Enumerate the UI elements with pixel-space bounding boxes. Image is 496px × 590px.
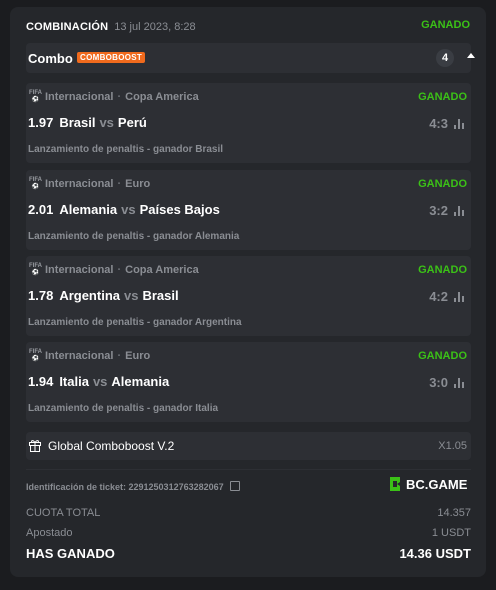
divider [26, 469, 471, 470]
team-home: Alemania [59, 202, 118, 217]
match-line: 2.01 Alemania vs Países Bajos [28, 202, 220, 217]
selection-odds: 1.97 [28, 115, 54, 130]
match-score: 4:2 [429, 289, 448, 304]
team-home: Argentina [59, 288, 120, 303]
team-away: Perú [117, 115, 147, 130]
fifa-icon: FIFA ⚽ [29, 349, 42, 362]
fifa-icon: FIFA ⚽ [29, 177, 42, 190]
team-home: Brasil [59, 115, 96, 130]
stake-value: 1 USDT [431, 527, 471, 539]
team-away: Países Bajos [139, 202, 220, 217]
selection-market: Lanzamiento de penaltis - ganador Aleman… [28, 231, 240, 242]
stats-icon[interactable] [454, 119, 465, 129]
match-score: 3:0 [429, 375, 448, 390]
league-label: Internacional · Copa America [45, 91, 199, 103]
stats-icon[interactable] [454, 378, 465, 388]
selection-count: 4 [436, 49, 454, 67]
fifa-icon: FIFA ⚽ [29, 90, 42, 103]
combo-toggle[interactable]: Combo COMBOBOOST 4 [26, 43, 475, 73]
copy-icon[interactable] [229, 481, 240, 491]
total-odds-row: CUOTA TOTAL 14.357 [26, 507, 471, 519]
match-line: 1.97 Brasil vs Perú [28, 115, 147, 130]
selection-market: Lanzamiento de penaltis - ganador Brasil [28, 144, 224, 155]
team-home: Italia [59, 374, 89, 389]
ticket-status: GANADO [421, 19, 470, 31]
selection-status: GANADO [418, 264, 467, 276]
bet-selection: FIFA ⚽ Internacional · Copa America GANADO … [26, 83, 471, 163]
selection-status: GANADO [418, 350, 467, 362]
winnings-row: HAS GANADO 14.36 USDT [26, 546, 471, 561]
stats-icon[interactable] [454, 206, 465, 216]
league-label: Internacional · Copa America [45, 264, 199, 276]
selection-odds: 1.94 [28, 374, 54, 389]
match-line: 1.78 Argentina vs Brasil [28, 288, 179, 303]
comboboost-label: Global Comboboost V.2 [48, 439, 175, 453]
chevron-up-icon[interactable] [467, 53, 475, 58]
comboboost-row: Global Comboboost V.2 X1.05 [26, 432, 471, 460]
selection-odds: 2.01 [28, 202, 54, 217]
team-away: Alemania [111, 374, 170, 389]
selection-status: GANADO [418, 178, 467, 190]
match-score: 4:3 [429, 116, 448, 131]
team-away: Brasil [142, 288, 179, 303]
match-score: 3:2 [429, 203, 448, 218]
brand-logo: BC.GAME [388, 476, 467, 494]
ticket-header: COMBINACIÓN 13 jul 2023, 8:28 GANADO [26, 17, 470, 37]
bcgame-logo-icon [390, 477, 400, 491]
selection-market: Lanzamiento de penaltis - ganador Italia [28, 403, 219, 414]
selection-odds: 1.78 [28, 288, 54, 303]
selection-status: GANADO [418, 91, 467, 103]
bet-selection: FIFA ⚽ Internacional · Euro GANADO 2.01 Alem… [26, 170, 471, 250]
gift-icon [29, 440, 41, 452]
combo-label: Combo [28, 51, 73, 66]
winnings-value: 14.36 USDT [399, 546, 471, 561]
league-label: Internacional · Euro [45, 350, 151, 362]
stats-icon[interactable] [454, 292, 465, 302]
ticket-id: Identificación de ticket: 22912503127632… [26, 481, 240, 492]
total-odds-value: 14.357 [437, 507, 471, 519]
bet-ticket-card: COMBINACIÓN 13 jul 2023, 8:28 GANADO Comb… [10, 7, 486, 577]
league-label: Internacional · Euro [45, 178, 151, 190]
bet-selection: FIFA ⚽ Internacional · Copa America GANADO … [26, 256, 471, 336]
comboboost-multiplier: X1.05 [438, 440, 467, 452]
fifa-icon: FIFA ⚽ [29, 263, 42, 276]
ticket-date: 13 jul 2023, 8:28 [114, 21, 196, 33]
match-line: 1.94 Italia vs Alemania [28, 374, 170, 389]
brand-name: BC.GAME [406, 477, 468, 492]
selection-market: Lanzamiento de penaltis - ganador Argent… [28, 317, 242, 328]
bet-selection: FIFA ⚽ Internacional · Euro GANADO 1.94 Ital… [26, 342, 471, 422]
ticket-type: COMBINACIÓN [26, 21, 109, 33]
comboboost-badge: COMBOBOOST [77, 52, 146, 63]
stake-row: Apostado 1 USDT [26, 527, 471, 539]
